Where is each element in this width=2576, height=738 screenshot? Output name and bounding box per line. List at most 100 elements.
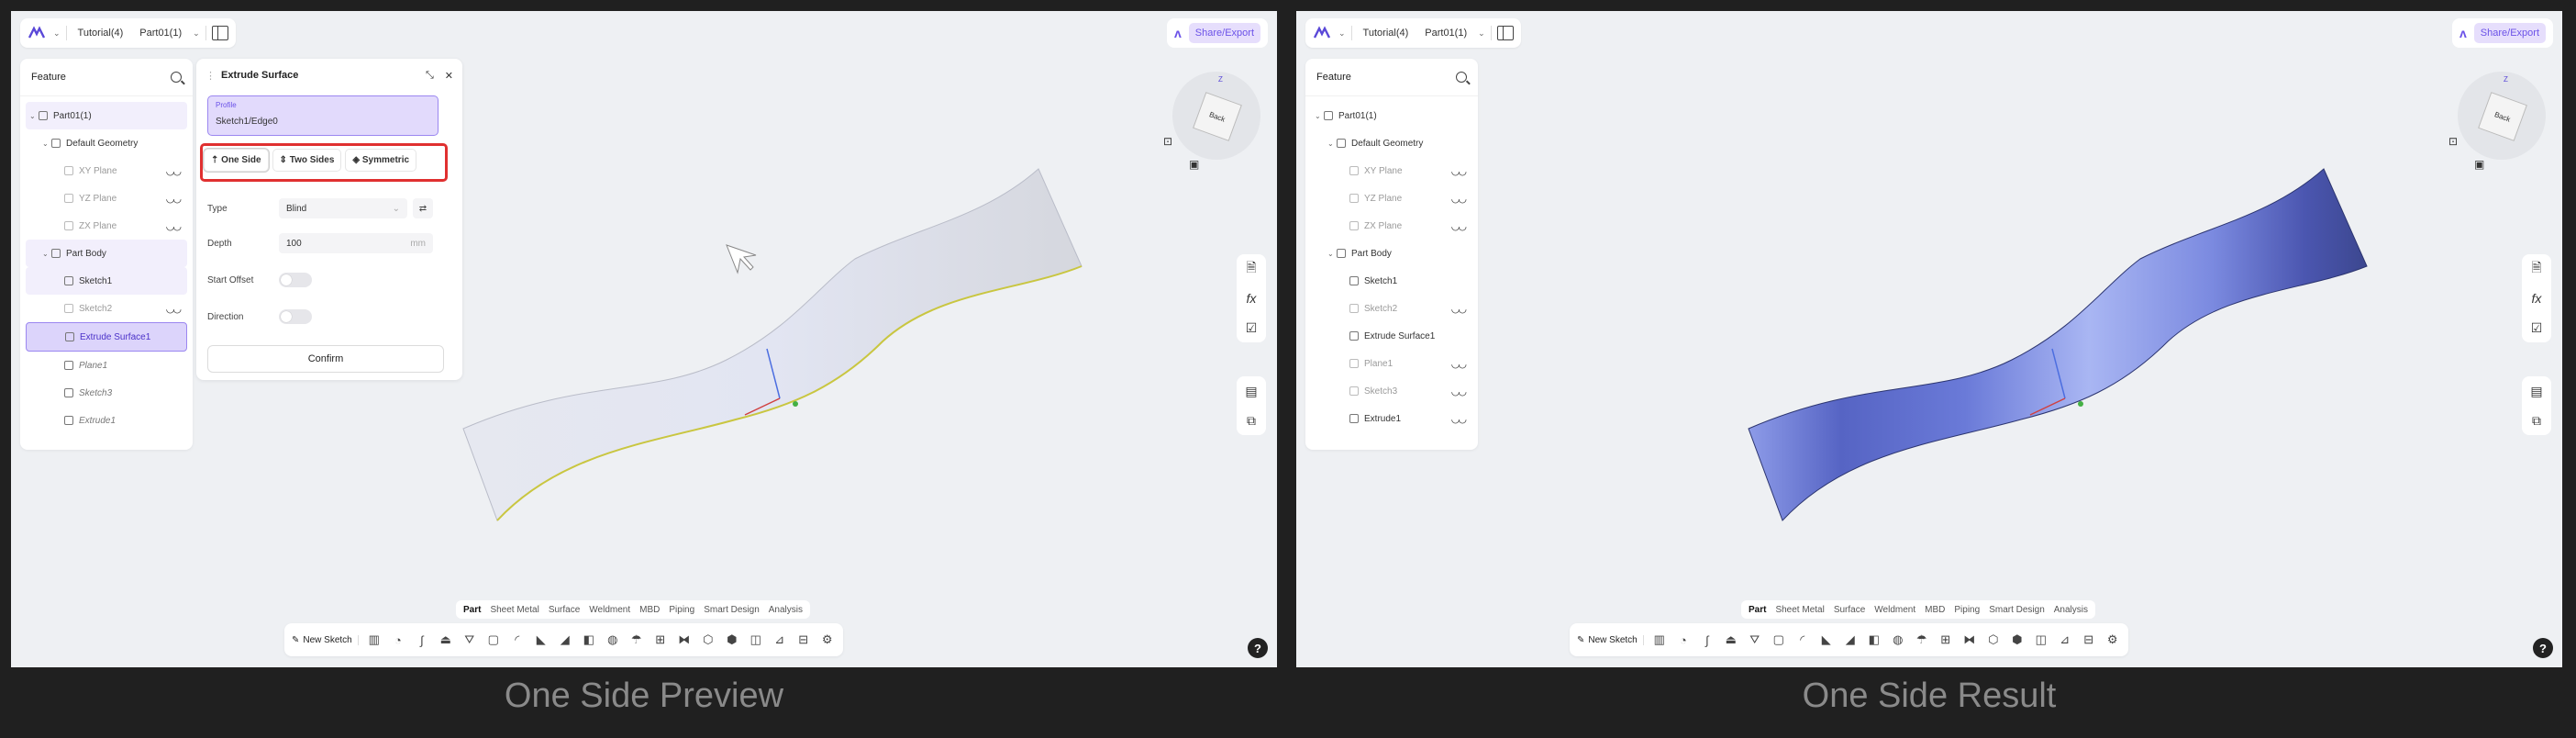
- section-icon[interactable]: ⊟: [2081, 632, 2097, 648]
- tutorial-menu[interactable]: Tutorial(4): [1358, 24, 1415, 42]
- boolean-icon[interactable]: ⬢: [724, 632, 740, 648]
- checklist-icon[interactable]: ☑: [2522, 313, 2551, 342]
- share-export-button[interactable]: Share/Export: [1188, 23, 1260, 43]
- preview-viewport[interactable]: ⌄ Tutorial(4) Part01(1) ⌄ ᴧ Share/Export…: [11, 11, 1277, 667]
- more-tools-icon[interactable]: ⚙: [819, 632, 836, 648]
- sweep-icon[interactable]: ∫: [1699, 632, 1715, 648]
- eye-hidden-icon[interactable]: ◡◡: [1451, 386, 1467, 397]
- tab-piping[interactable]: Piping: [1954, 605, 1980, 615]
- dome-icon[interactable]: ☂: [628, 632, 645, 648]
- pattern-icon[interactable]: ⊞: [1938, 632, 1954, 648]
- shell-icon[interactable]: ▢: [485, 632, 502, 648]
- chevron-down-icon[interactable]: ⌄: [1327, 140, 1337, 148]
- tree-item-part-body[interactable]: ⌄ Part Body: [1311, 240, 1472, 267]
- eye-hidden-icon[interactable]: ◡◡: [1451, 358, 1467, 370]
- chevron-down-icon[interactable]: ⌄: [1327, 250, 1337, 258]
- tutorial-menu[interactable]: Tutorial(4): [72, 24, 129, 42]
- chevron-down-icon[interactable]: ⌄: [1478, 28, 1485, 39]
- checklist-icon[interactable]: ☑: [1237, 313, 1266, 342]
- help-button[interactable]: ?: [2533, 638, 2553, 658]
- tab-part[interactable]: Part: [1749, 605, 1766, 615]
- help-button[interactable]: ?: [1248, 638, 1268, 658]
- fillet-icon[interactable]: ◜: [509, 632, 526, 648]
- move-body-icon[interactable]: ⬡: [1985, 632, 2002, 648]
- pattern-icon[interactable]: ⊞: [652, 632, 669, 648]
- part-menu[interactable]: Part01(1): [134, 24, 187, 42]
- boolean-icon[interactable]: ⬢: [2009, 632, 2026, 648]
- tab-mbd[interactable]: MBD: [639, 605, 660, 615]
- section-icon[interactable]: ⊟: [795, 632, 812, 648]
- eye-hidden-icon[interactable]: ◡◡: [1451, 220, 1467, 232]
- view-cube[interactable]: Back Z: [1165, 64, 1266, 165]
- drag-handle-icon[interactable]: ⋮: [205, 70, 216, 82]
- table-icon[interactable]: ▤: [1237, 376, 1266, 406]
- chamfer-icon[interactable]: ◣: [533, 632, 550, 648]
- app-logo-icon[interactable]: [1313, 24, 1333, 42]
- tab-smart-design[interactable]: Smart Design: [1989, 605, 2045, 615]
- thread-icon[interactable]: ◍: [1890, 632, 1906, 648]
- dome-icon[interactable]: ☂: [1914, 632, 1930, 648]
- move-body-icon[interactable]: ⬡: [700, 632, 716, 648]
- tab-piping[interactable]: Piping: [669, 605, 694, 615]
- tree-item-plane1[interactable]: Plane1 ◡◡: [1311, 350, 1472, 377]
- tree-item-sketch1[interactable]: Sketch1: [26, 267, 187, 295]
- eye-hidden-icon[interactable]: ◡◡: [1451, 165, 1467, 177]
- two-sides-button[interactable]: ⇕ Two Sides: [272, 149, 342, 172]
- thread-icon[interactable]: ◍: [605, 632, 621, 648]
- layers-icon[interactable]: ⧉: [1237, 406, 1266, 435]
- revolve-icon[interactable]: ◔: [390, 632, 406, 648]
- start-offset-toggle[interactable]: [279, 273, 312, 287]
- revolve-icon[interactable]: ◔: [1675, 632, 1692, 648]
- tab-part[interactable]: Part: [463, 605, 481, 615]
- fillet-icon[interactable]: ◜: [1794, 632, 1811, 648]
- draft-icon[interactable]: ◢: [557, 632, 573, 648]
- tab-sheet-metal[interactable]: Sheet Metal: [1775, 605, 1824, 615]
- tab-sheet-metal[interactable]: Sheet Metal: [490, 605, 539, 615]
- function-icon[interactable]: fx: [2522, 284, 2551, 313]
- function-icon[interactable]: fx: [1237, 284, 1266, 313]
- split-icon[interactable]: ◫: [2033, 632, 2049, 648]
- tree-item-sketch1[interactable]: Sketch1: [1311, 267, 1472, 295]
- loft-icon[interactable]: ⏏: [438, 632, 454, 648]
- result-surface-render[interactable]: [1296, 11, 2562, 667]
- close-icon[interactable]: ✕: [445, 70, 453, 82]
- extrude-icon[interactable]: ▥: [366, 632, 383, 648]
- tree-item-xy-plane[interactable]: XY Plane ◡◡: [26, 157, 187, 184]
- view-mode-icon[interactable]: ▣: [1189, 158, 1204, 173]
- hole-icon[interactable]: ◧: [1866, 632, 1882, 648]
- chevron-down-icon[interactable]: ⌄: [193, 28, 200, 39]
- symmetric-button[interactable]: ◈ Symmetric: [345, 149, 417, 172]
- search-icon[interactable]: [171, 72, 182, 83]
- tab-surface[interactable]: Surface: [1834, 605, 1865, 615]
- new-sketch-button[interactable]: ✎ New Sketch: [1577, 634, 1644, 645]
- part-menu[interactable]: Part01(1): [1419, 24, 1472, 42]
- tree-item-default-geometry[interactable]: ⌄ Default Geometry: [1311, 129, 1472, 157]
- search-icon[interactable]: [1456, 72, 1467, 83]
- chevron-down-icon[interactable]: ⌄: [53, 28, 61, 39]
- tree-item-extrude1[interactable]: Extrude1 ◡◡: [1311, 405, 1472, 432]
- shell-icon[interactable]: ▢: [1771, 632, 1787, 648]
- tree-item-sketch3[interactable]: Sketch3 ◡◡: [1311, 377, 1472, 405]
- tree-item-part01[interactable]: ⌄ Part01(1): [1311, 102, 1472, 129]
- eye-hidden-icon[interactable]: ◡◡: [166, 220, 182, 232]
- chevron-down-icon[interactable]: ⌄: [1338, 28, 1346, 39]
- document-settings-icon[interactable]: 🗎: [2522, 254, 2551, 284]
- brand-icon[interactable]: ᴧ: [1174, 26, 1182, 40]
- confirm-button[interactable]: Confirm: [207, 345, 444, 373]
- tab-mbd[interactable]: MBD: [1925, 605, 1945, 615]
- sweep-icon[interactable]: ∫: [414, 632, 430, 648]
- more-tools-icon[interactable]: ⚙: [2104, 632, 2121, 648]
- chamfer-icon[interactable]: ◣: [1818, 632, 1835, 648]
- tree-item-extrude-surface1[interactable]: Extrude Surface1: [1311, 322, 1472, 350]
- layers-icon[interactable]: ⧉: [2522, 406, 2551, 435]
- panel-toggle-icon[interactable]: [1496, 26, 1514, 40]
- tree-item-extrude1[interactable]: Extrude1: [26, 407, 187, 434]
- rib-icon[interactable]: ⛛: [1747, 632, 1763, 648]
- tree-item-yz-plane[interactable]: YZ Plane ◡◡: [1311, 184, 1472, 212]
- view-mode-icon[interactable]: ▣: [2474, 158, 2489, 173]
- fit-view-icon[interactable]: ⊡: [1163, 135, 1178, 150]
- tree-item-xy-plane[interactable]: XY Plane ◡◡: [1311, 157, 1472, 184]
- tree-item-default-geometry[interactable]: ⌄ Default Geometry: [26, 129, 187, 157]
- eye-hidden-icon[interactable]: ◡◡: [166, 303, 182, 315]
- share-export-button[interactable]: Share/Export: [2473, 23, 2546, 43]
